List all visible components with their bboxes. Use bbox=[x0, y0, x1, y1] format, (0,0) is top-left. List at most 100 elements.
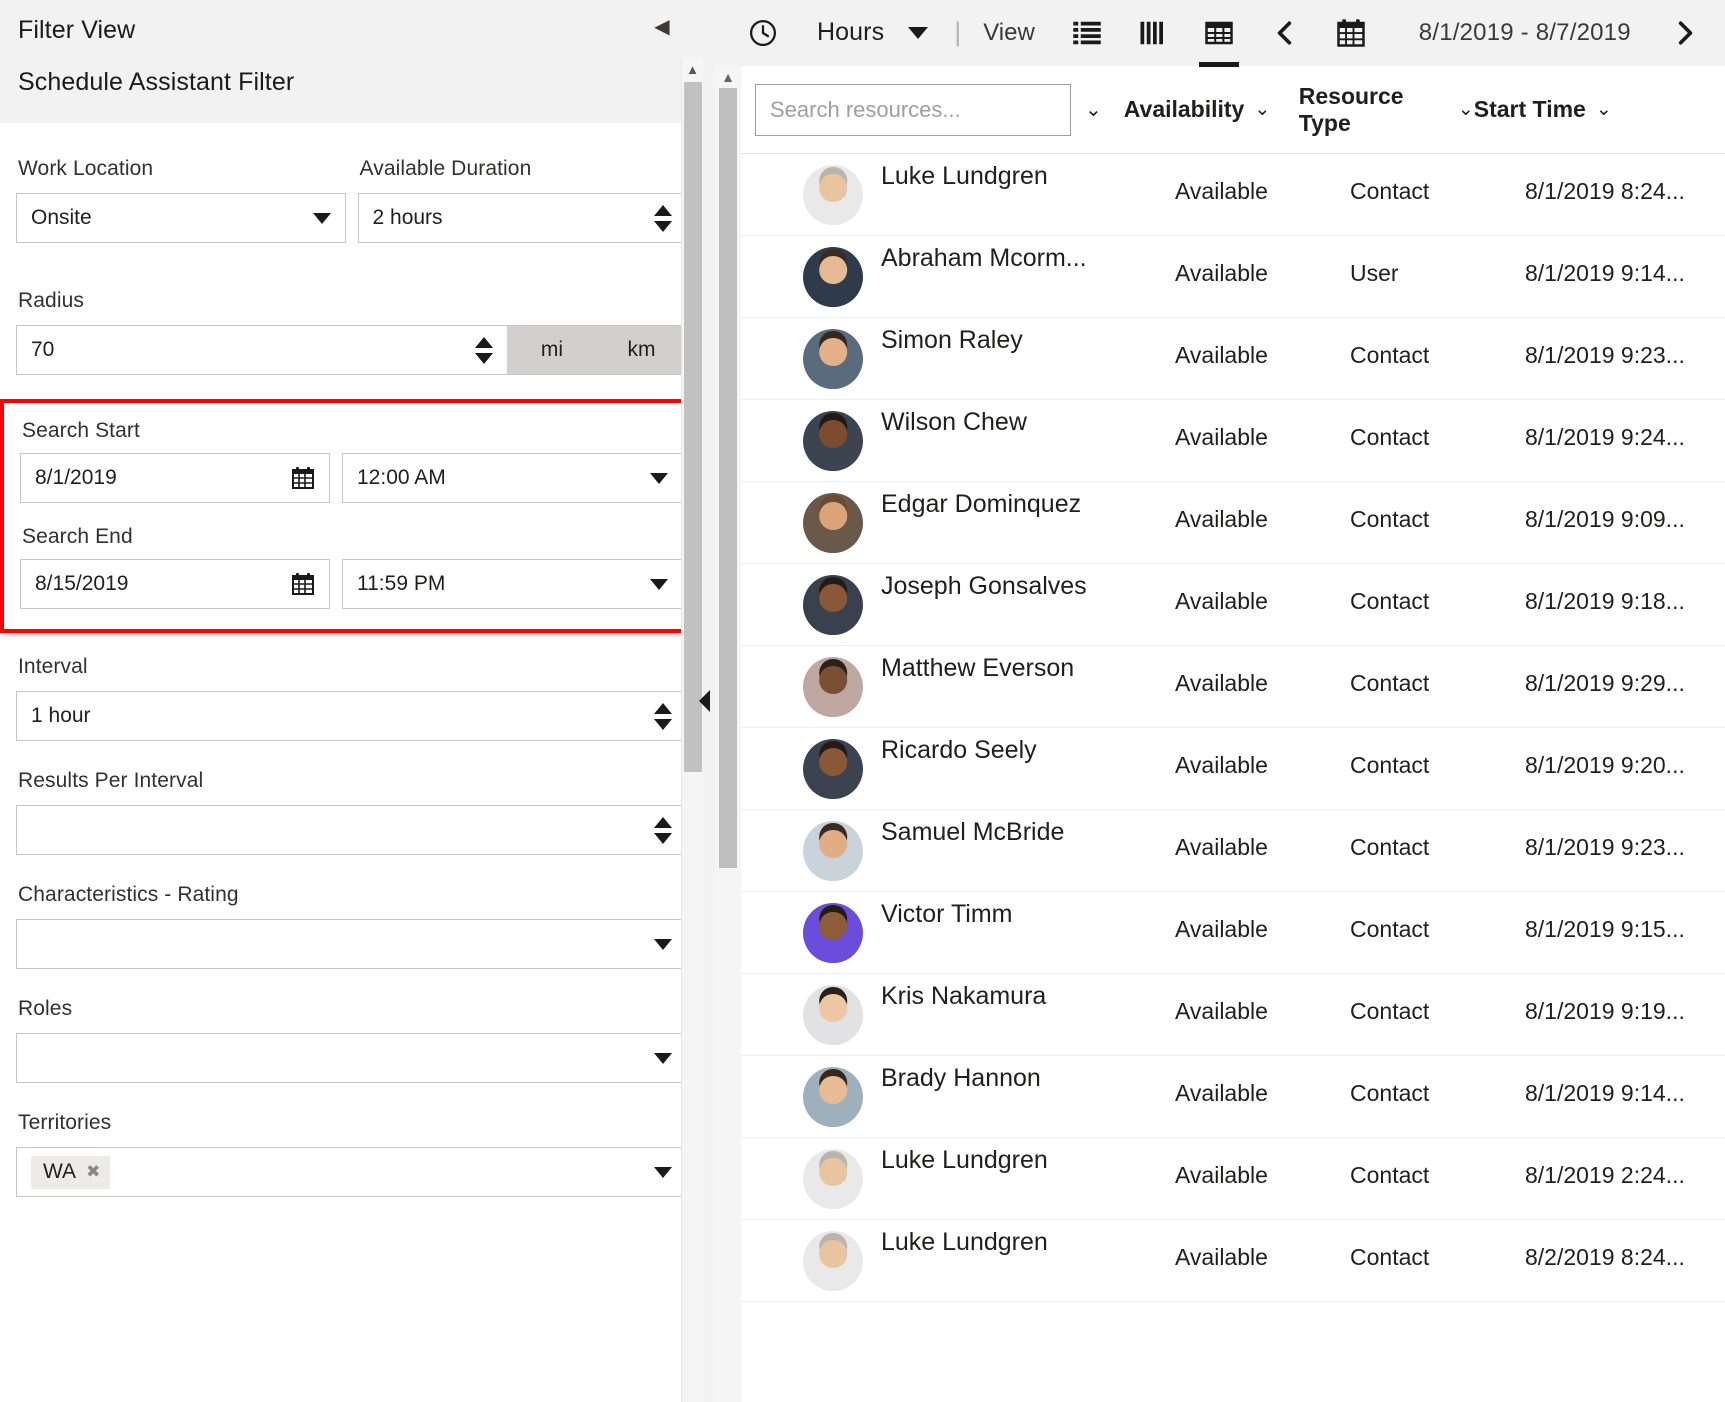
start-time-value: 8/1/2019 9:23... bbox=[1525, 834, 1685, 860]
table-row[interactable]: Brady Hannon Available Contact 8/1/2019 9:1… bbox=[741, 1056, 1725, 1138]
unit-km-button[interactable]: km bbox=[597, 325, 687, 375]
stepper-arrows-icon[interactable] bbox=[654, 816, 672, 844]
resources-grid-header: Search resources... ⌄ Availability ⌄ Res… bbox=[741, 66, 1725, 154]
filter-panel-scrollbar[interactable]: ▲ bbox=[681, 58, 703, 1402]
resource-name: Edgar Dominquez bbox=[881, 490, 1082, 518]
stepper-arrows-icon[interactable] bbox=[654, 204, 672, 232]
resource-type-value: User bbox=[1350, 260, 1399, 286]
characteristics-rating-select[interactable] bbox=[16, 919, 687, 969]
results-per-interval-stepper[interactable] bbox=[16, 805, 687, 855]
calendar-icon[interactable] bbox=[1325, 8, 1377, 58]
previous-period-icon[interactable] bbox=[1259, 8, 1311, 58]
search-start-row: 8/1/2019 12:00 AM bbox=[20, 453, 683, 503]
avatar bbox=[803, 820, 863, 881]
table-row[interactable]: Ricardo Seely Available Contact 8/1/2019 9:… bbox=[741, 728, 1725, 810]
table-row[interactable]: Abraham Mcorm... Available User 8/1/2019 9:… bbox=[741, 236, 1725, 318]
work-location-value: Onsite bbox=[31, 206, 92, 229]
characteristics-rating-label: Characteristics - Rating bbox=[18, 883, 239, 906]
table-row[interactable]: Joseph Gonsalves Available Contact 8/1/2019… bbox=[741, 564, 1725, 646]
radius-label: Radius bbox=[18, 289, 84, 312]
table-row[interactable]: Kris Nakamura Available Contact 8/1/2019 9:… bbox=[741, 974, 1725, 1056]
resource-name: Luke Lundgren bbox=[881, 1228, 1048, 1256]
calendar-icon[interactable] bbox=[291, 572, 315, 596]
interval-label: Interval bbox=[18, 655, 88, 678]
column-header-start-time[interactable]: Start Time ⌄ bbox=[1474, 96, 1674, 123]
interval-stepper[interactable]: 1 hour bbox=[16, 691, 687, 741]
search-start-time-field[interactable]: 12:00 AM bbox=[342, 453, 683, 503]
availability-value: Available bbox=[1175, 1244, 1268, 1270]
column-header-availability[interactable]: Availability ⌄ bbox=[1124, 96, 1299, 123]
list-view-icon[interactable] bbox=[1061, 8, 1113, 58]
available-duration-stepper[interactable]: 2 hours bbox=[357, 193, 687, 243]
table-row[interactable]: Samuel McBride Available Contact 8/1/2019 9… bbox=[741, 810, 1725, 892]
view-label: View bbox=[983, 18, 1035, 46]
stepper-arrows-icon[interactable] bbox=[475, 336, 493, 364]
column-header-resource-type[interactable]: Resource Type ⌄ bbox=[1299, 83, 1474, 137]
location-duration-row: Work Location Onsite Available Duration … bbox=[16, 157, 687, 243]
resource-type-value: Contact bbox=[1350, 1162, 1430, 1188]
table-row[interactable]: Luke Lundgren Available Contact 8/1/2019 8:… bbox=[741, 154, 1725, 236]
resource-name: Ricardo Seely bbox=[881, 736, 1037, 764]
territory-tag[interactable]: WA ✖ bbox=[31, 1155, 111, 1189]
resource-name: Luke Lundgren bbox=[881, 162, 1048, 190]
next-period-icon[interactable] bbox=[1659, 8, 1711, 58]
calendar-icon[interactable] bbox=[291, 466, 315, 490]
resources-grid-body: Luke Lundgren Available Contact 8/1/2019 8:… bbox=[741, 154, 1725, 1302]
search-start-time-value: 12:00 AM bbox=[357, 466, 446, 489]
clock-icon[interactable] bbox=[737, 8, 789, 58]
search-start-date-field[interactable]: 8/1/2019 bbox=[20, 453, 330, 503]
chevron-down-icon: ⌄ bbox=[1254, 99, 1271, 120]
resource-type-value: Contact bbox=[1350, 834, 1430, 860]
table-row[interactable]: Simon Raley Available Contact 8/1/2019 9:23… bbox=[741, 318, 1725, 400]
chevron-down-icon[interactable] bbox=[908, 26, 929, 39]
avatar bbox=[803, 984, 863, 1045]
availability-value: Available bbox=[1175, 588, 1268, 614]
availability-value: Available bbox=[1175, 752, 1268, 778]
avatar bbox=[803, 164, 863, 225]
resource-name: Luke Lundgren bbox=[881, 1146, 1048, 1174]
toolbar-separator: | bbox=[954, 17, 962, 47]
time-unit-label: Hours bbox=[817, 18, 885, 46]
resource-type-value: Contact bbox=[1350, 588, 1430, 614]
table-row[interactable]: Luke Lundgren Available Contact 8/1/2019 2:… bbox=[741, 1138, 1725, 1220]
radius-input[interactable]: 70 bbox=[16, 325, 507, 375]
availability-value: Available bbox=[1175, 1080, 1268, 1106]
filter-view-header: Filter View Schedule Assistant Filter ◀ bbox=[0, 0, 703, 123]
radius-value: 70 bbox=[31, 338, 55, 361]
collapse-left-panel-icon[interactable]: ◀ bbox=[651, 16, 673, 38]
scrollbar-thumb[interactable] bbox=[684, 82, 702, 772]
search-end-date-field[interactable]: 8/15/2019 bbox=[20, 559, 330, 609]
table-row[interactable]: Victor Timm Available Contact 8/1/2019 9:15… bbox=[741, 892, 1725, 974]
territories-select[interactable]: WA ✖ bbox=[16, 1147, 687, 1197]
start-time-value: 8/1/2019 9:14... bbox=[1525, 1080, 1685, 1106]
unit-mi-button[interactable]: mi bbox=[507, 325, 597, 375]
roles-select[interactable] bbox=[16, 1033, 687, 1083]
resource-name: Kris Nakamura bbox=[881, 982, 1047, 1010]
table-row[interactable]: Matthew Everson Available Contact 8/1/2019 … bbox=[741, 646, 1725, 728]
search-filter-chevron-down-icon[interactable]: ⌄ bbox=[1085, 97, 1102, 122]
search-input[interactable]: Search resources... bbox=[755, 83, 1071, 136]
column-view-icon[interactable] bbox=[1127, 8, 1179, 58]
stepper-arrows-icon[interactable] bbox=[654, 702, 672, 730]
territories-label: Territories bbox=[18, 1111, 112, 1134]
search-end-time-field[interactable]: 11:59 PM bbox=[342, 559, 683, 609]
search-start-label: Search Start bbox=[22, 419, 140, 442]
close-icon[interactable]: ✖ bbox=[86, 1162, 100, 1182]
resource-name: Samuel McBride bbox=[881, 818, 1065, 846]
panel-splitter[interactable] bbox=[699, 0, 715, 1402]
resource-type-value: Contact bbox=[1350, 998, 1430, 1024]
grid-view-icon[interactable] bbox=[1193, 8, 1245, 67]
column-header-resource-type-label: Resource Type bbox=[1298, 82, 1404, 136]
radius-group: Radius 70 mi km bbox=[16, 289, 687, 375]
scrollbar-thumb[interactable] bbox=[719, 88, 737, 868]
resources-scrollbar[interactable]: ▲ bbox=[715, 66, 741, 1402]
expand-right-panel-icon[interactable] bbox=[699, 690, 710, 712]
table-row[interactable]: Wilson Chew Available Contact 8/1/2019 9:24… bbox=[741, 400, 1725, 482]
work-location-select[interactable]: Onsite bbox=[16, 193, 346, 243]
table-row[interactable]: Edgar Dominquez Available Contact 8/1/2019 … bbox=[741, 482, 1725, 564]
start-time-value: 8/1/2019 9:29... bbox=[1525, 670, 1685, 696]
scroll-up-icon[interactable]: ▲ bbox=[682, 60, 703, 80]
resource-type-value: Contact bbox=[1350, 916, 1430, 942]
scroll-up-icon[interactable]: ▲ bbox=[715, 68, 741, 86]
table-row[interactable]: Luke Lundgren Available Contact 8/2/2019 8:… bbox=[741, 1220, 1725, 1302]
